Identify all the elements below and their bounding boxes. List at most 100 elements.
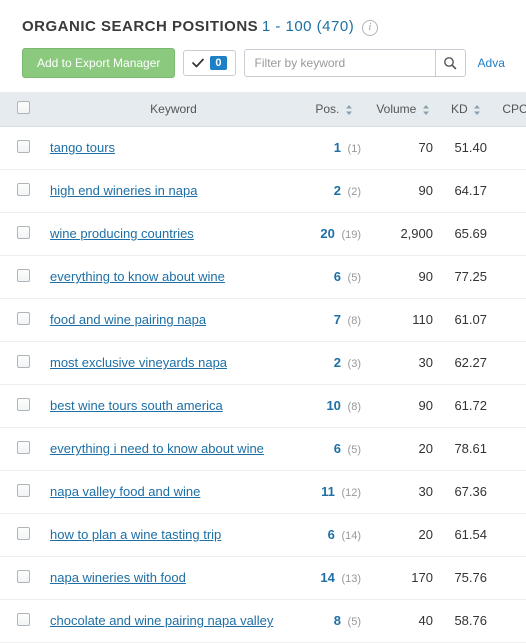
position-value: 20 [320, 226, 334, 241]
keyword-link[interactable]: how to plan a wine tasting trip [50, 527, 221, 542]
volume-value: 20 [367, 513, 439, 556]
row-checkbox[interactable] [17, 269, 30, 282]
kd-value: 61.07 [439, 298, 493, 341]
row-checkbox[interactable] [17, 355, 30, 368]
table-row: wine producing countries20 (19)2,90065.6… [0, 212, 526, 255]
row-checkbox[interactable] [17, 613, 30, 626]
table-row: most exclusive vineyards napa2 (3)3062.2… [0, 341, 526, 384]
position-prev: (8) [348, 315, 361, 327]
cpc-value [493, 255, 526, 298]
position-value: 7 [334, 312, 341, 327]
cpc-value [493, 384, 526, 427]
position-prev: (19) [341, 229, 361, 241]
keyword-link[interactable]: wine producing countries [50, 226, 194, 241]
volume-value: 30 [367, 341, 439, 384]
section-title: ORGANIC SEARCH POSITIONS [22, 18, 258, 35]
col-header-pos-label: Pos. [315, 102, 339, 116]
kd-value: 75.76 [439, 556, 493, 599]
volume-value: 90 [367, 384, 439, 427]
row-checkbox[interactable] [17, 484, 30, 497]
position-value: 6 [328, 527, 335, 542]
keyword-link[interactable]: most exclusive vineyards napa [50, 355, 227, 370]
checkmark-icon [192, 57, 204, 69]
search-icon [443, 56, 457, 70]
kd-value: 64.17 [439, 169, 493, 212]
position-value: 6 [334, 269, 341, 284]
cpc-value [493, 556, 526, 599]
position-prev: (12) [341, 487, 361, 499]
table-row: high end wineries in napa 2 (2) 9064.17 [0, 169, 526, 212]
cpc-value [493, 470, 526, 513]
position-prev: (2) [348, 186, 361, 198]
col-header-checkbox[interactable] [0, 92, 46, 127]
position-value: 10 [326, 398, 340, 413]
volume-value: 70 [367, 126, 439, 169]
position-value: 1 [334, 140, 341, 155]
keyword-link[interactable]: tango tours [50, 140, 115, 155]
volume-value: 90 [367, 255, 439, 298]
keyword-link[interactable]: everything i need to know about wine [50, 441, 264, 456]
table-row: how to plan a wine tasting trip6 (14)206… [0, 513, 526, 556]
keyword-link[interactable]: napa valley food and wine [50, 484, 200, 499]
sort-icon [422, 102, 430, 116]
keyword-link[interactable]: best wine tours south america [50, 398, 223, 413]
position-prev: (5) [348, 444, 361, 456]
position-prev: (5) [348, 616, 361, 628]
cpc-value [493, 169, 526, 212]
col-header-pos[interactable]: Pos. [301, 92, 367, 127]
col-header-keyword-label: Keyword [150, 102, 197, 116]
keyword-link[interactable]: everything to know about wine [50, 269, 225, 284]
col-header-volume-label: Volume [376, 102, 416, 116]
sort-icon [345, 102, 353, 116]
volume-value: 20 [367, 427, 439, 470]
kd-value: 78.61 [439, 427, 493, 470]
row-checkbox[interactable] [17, 398, 30, 411]
col-header-cpc[interactable]: CPC [493, 92, 526, 127]
row-checkbox[interactable] [17, 312, 30, 325]
filter-keyword-group [244, 49, 466, 77]
position-prev: (13) [341, 573, 361, 585]
keyword-link[interactable]: napa wineries with food [50, 570, 186, 585]
keyword-link[interactable]: food and wine pairing napa [50, 312, 206, 327]
cpc-value [493, 599, 526, 642]
kd-value: 77.25 [439, 255, 493, 298]
selection-count: 0 [210, 56, 226, 70]
filter-keyword-input[interactable] [245, 50, 435, 76]
position-value: 6 [334, 441, 341, 456]
cpc-value [493, 341, 526, 384]
kd-value: 58.76 [439, 599, 493, 642]
kd-value: 61.54 [439, 513, 493, 556]
col-header-kd[interactable]: KD [439, 92, 493, 127]
row-checkbox[interactable] [17, 570, 30, 583]
selection-count-toggle[interactable]: 0 [183, 50, 235, 76]
col-header-keyword[interactable]: Keyword [46, 92, 301, 127]
row-checkbox[interactable] [17, 183, 30, 196]
kd-value: 51.40 [439, 126, 493, 169]
keyword-link[interactable]: high end wineries in napa [50, 183, 197, 198]
row-checkbox[interactable] [17, 527, 30, 540]
cpc-value [493, 212, 526, 255]
advanced-filters-link[interactable]: Adva [478, 56, 505, 70]
table-row: everything to know about wine 6 (5) 9077.2… [0, 255, 526, 298]
cpc-value [493, 298, 526, 341]
position-prev: (5) [348, 272, 361, 284]
search-button[interactable] [435, 50, 465, 76]
position-prev: (8) [348, 401, 361, 413]
row-checkbox[interactable] [17, 441, 30, 454]
info-icon[interactable]: i [362, 20, 378, 36]
volume-value: 170 [367, 556, 439, 599]
table-row: chocolate and wine pairing napa valley8 … [0, 599, 526, 642]
row-checkbox[interactable] [17, 226, 30, 239]
table-row: everything i need to know about wine 6 (5… [0, 427, 526, 470]
position-value: 2 [334, 183, 341, 198]
col-header-kd-label: KD [451, 102, 468, 116]
row-checkbox[interactable] [17, 140, 30, 153]
table-row: best wine tours south america10 (8)9061.… [0, 384, 526, 427]
cpc-value [493, 513, 526, 556]
add-to-export-button[interactable]: Add to Export Manager [22, 48, 175, 78]
col-header-volume[interactable]: Volume [367, 92, 439, 127]
cpc-value [493, 126, 526, 169]
result-range: 1 - 100 (470) [262, 18, 354, 35]
position-prev: (3) [348, 358, 361, 370]
volume-value: 90 [367, 169, 439, 212]
